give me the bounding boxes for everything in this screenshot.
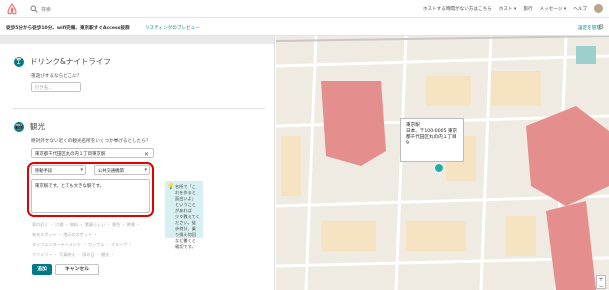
nav-link-trips[interactable]: 旅行: [523, 6, 532, 13]
cancel-button[interactable]: キャンセル: [55, 264, 99, 275]
section-divider: [12, 108, 265, 109]
nav-link-messages[interactable]: メッセージ ▾: [540, 6, 567, 13]
preview-link[interactable]: リスティングのプレビュー: [145, 25, 200, 31]
nav-links: ホストする時間がない方はこちら ホスト ▾ 旅行 メッセージ ▾ ヘルプ: [423, 4, 603, 13]
popup-address-line: 都千代田区丸の内１丁目: [406, 135, 457, 140]
panel-top-shade: [0, 36, 274, 44]
search-icon: [30, 5, 38, 13]
gear-icon[interactable]: ⚙: [598, 23, 604, 31]
airbnb-logo-icon[interactable]: [6, 3, 18, 15]
nav-link-host[interactable]: ホスト ▾: [499, 6, 517, 13]
sightseeing-question: 絶対外せない近くの観光名所をいくつか挙げるとしたら？: [31, 139, 151, 144]
place-input[interactable]: 東京都千代田区丸の内１丁目東京駅: [31, 148, 154, 158]
tag-row[interactable]: 有名スポット ・ 地元のスポット ・: [32, 232, 162, 238]
drinks-question: 夜遊びするならどこに？: [31, 74, 82, 79]
cocktail-icon: 🍸: [14, 57, 24, 67]
map-pin-icon[interactable]: [434, 163, 444, 173]
listing-title: 徒歩5分から徒歩10分、wifi完備、東京駅すぐAccess抜群: [6, 26, 130, 31]
search-input[interactable]: 検索: [41, 6, 51, 13]
clear-place-icon[interactable]: ✕: [144, 151, 149, 158]
popup-address-line: 9: [406, 141, 409, 146]
drinks-section-title: ドリンク&ナイトライフ: [30, 57, 111, 66]
camera-icon: 📷: [14, 122, 24, 132]
map-info-popup: 東京駅 日本、〒100-0005 東京 都千代田区丸の内１丁目 9: [400, 118, 464, 162]
zoom-out-button[interactable]: −: [597, 283, 605, 290]
zoom-in-button[interactable]: +: [597, 276, 605, 283]
tag-row[interactable]: ライブエンターテイメント ・ カップル ・ グループ ・: [32, 242, 162, 248]
tag-row[interactable]: ファミリー ・ 写真映え ・ 雨の日 ・ 観光 ・: [32, 252, 162, 258]
zoom-control[interactable]: + −: [596, 275, 606, 290]
sightseeing-section-title: 観光: [30, 122, 45, 131]
avatar[interactable]: [594, 4, 603, 13]
listing-subbar: 徒歩5分から徒歩10分、wifi完備、東京駅すぐAccess抜群 リスティングの…: [0, 18, 609, 36]
tag-row[interactable]: 家の近く ・ 穴場 ・ 無料 ・ 素晴らしい ・ 景色 ・ 絶景 ・: [32, 222, 162, 228]
drinks-destination-input[interactable]: 行き先...: [31, 82, 81, 92]
map[interactable]: [276, 36, 609, 290]
lightbulb-icon: 💡: [167, 183, 175, 190]
highlight-box: [27, 162, 154, 217]
tip-box: 💡 名所で「これを作ると面白いよ」ということがあれば少々教えてください。徒歩何分…: [165, 181, 203, 249]
map-canvas[interactable]: [276, 36, 609, 290]
add-button[interactable]: 追加: [32, 264, 52, 275]
nav-link-host-help[interactable]: ホストする時間がない方はこちら: [423, 6, 492, 13]
top-nav: 検索 ホストする時間がない方はこちら ホスト ▾ 旅行 メッセージ ▾ ヘルプ: [0, 0, 609, 18]
nav-link-help[interactable]: ヘルプ: [573, 6, 587, 13]
